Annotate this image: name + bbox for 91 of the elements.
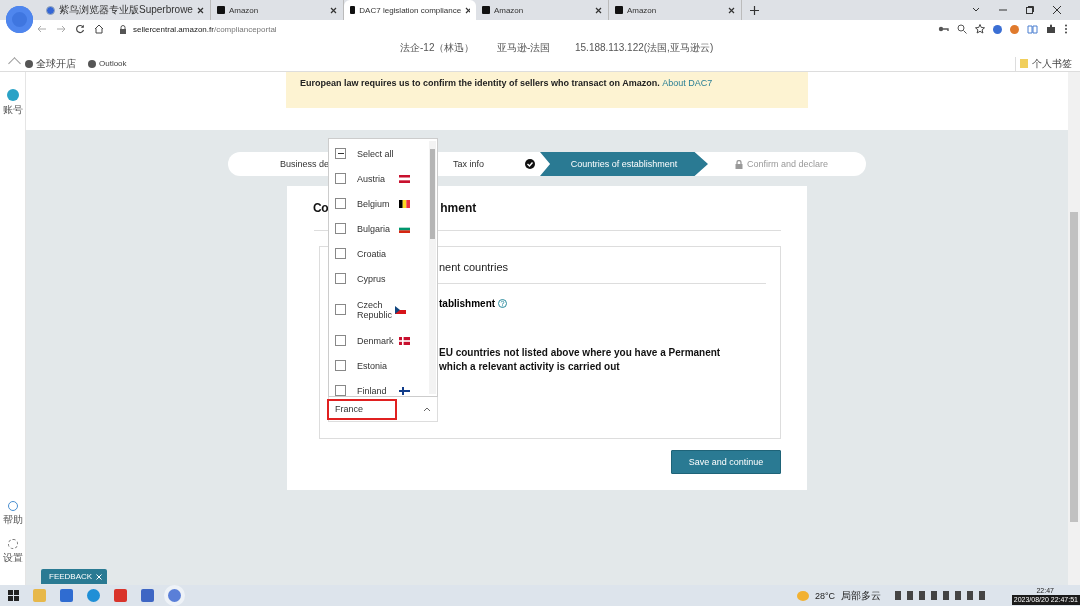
feedback-tab[interactable]: FEEDBACK [41,569,108,584]
browser-icon[interactable] [87,589,100,602]
account-info: 亚马逊-法国 [497,41,551,55]
bookmark-link[interactable]: 全球开店 [25,56,76,71]
site-icon [349,6,356,14]
about-link[interactable]: About DAC7 [662,78,713,88]
country-option[interactable]: Cyprus [329,266,437,291]
close-icon[interactable] [727,6,735,14]
save-button[interactable]: Save and continue [671,450,781,474]
flag-icon [399,336,410,345]
sidebar-item[interactable]: 设置 [2,539,23,565]
country-option[interactable]: Croatia [329,241,437,266]
scrollbar[interactable] [429,141,436,394]
bookmark-folder[interactable]: 个人书签 [1015,56,1080,71]
checkbox[interactable] [335,148,346,159]
browser-icon[interactable] [168,589,181,602]
checkbox[interactable] [335,385,346,396]
selected-value: France [327,398,397,420]
country-option[interactable]: Czech Republic [329,291,437,328]
reader-icon[interactable] [1027,24,1038,34]
close-icon[interactable] [465,6,470,14]
notice-text: European law requires us to confirm the identity of sellers who transact on Amazon. About DAC7 [300,78,713,88]
checkbox[interactable] [335,248,346,259]
section-title: nent countries [439,261,510,273]
star-icon[interactable] [975,24,985,34]
checkbox[interactable] [335,360,346,371]
close-icon[interactable] [594,6,602,14]
card-title: Co [313,201,329,215]
lock-icon [735,159,743,169]
select-all-option[interactable]: Select all [329,141,437,166]
checkbox[interactable] [335,335,346,346]
zoom-icon[interactable] [957,24,967,34]
reload-icon[interactable] [75,24,85,34]
account-info: 15.188.113.122(法国,亚马逊云) [575,41,714,55]
weather-icon [796,590,809,601]
key-icon[interactable] [938,24,949,34]
app-icon[interactable] [60,589,73,602]
checkbox[interactable] [335,273,346,284]
weather-temperature: 28°C [814,590,835,601]
country-option[interactable]: Bulgaria [329,216,437,241]
restore-icon[interactable] [1025,5,1035,15]
app-icon[interactable] [114,589,127,602]
checkbox[interactable] [335,173,346,184]
sidebar-item[interactable]: 帮助 [2,501,23,527]
account-info: 法企-12（林迅） [400,41,475,55]
globe-icon [46,5,55,15]
weather-condition: 局部多云 [841,588,881,603]
flag-icon [399,386,410,395]
browser-tab[interactable]: Amazon [210,0,344,20]
windows-icon[interactable] [8,590,19,601]
browser-tab[interactable]: Amazon [608,0,742,20]
step-tab[interactable]: Countries of establishment [540,152,708,176]
menu-icon[interactable] [1064,24,1068,34]
country-option[interactable]: Denmark [329,328,437,353]
puzzle-icon[interactable] [1046,24,1056,34]
field-label: tablishment [439,298,496,309]
checkbox[interactable] [335,304,346,315]
browser-tab[interactable]: DAC7 legislation compliance [343,0,476,20]
help-icon[interactable] [498,299,508,308]
site-icon [481,6,490,14]
country-select[interactable]: France [328,397,438,422]
check-icon [525,159,535,169]
close-icon[interactable] [329,6,337,14]
card-title: hment [440,201,477,215]
app-icon[interactable] [141,589,154,602]
flag-icon [399,199,410,208]
flag-icon [395,305,406,314]
country-option[interactable]: Belgium [329,191,437,216]
description-text: EU countries not listed above where you have a Permanent which a relevant activity is carried out [439,346,722,374]
site-icon [614,6,623,14]
chevron-up-icon [423,406,431,412]
forward-icon[interactable] [56,24,66,34]
bookmark-link[interactable]: Outlook [88,59,127,68]
site-icon [216,6,225,14]
browser-tab[interactable]: 紫鸟浏览器专业版Superbrowe [40,0,211,20]
close-icon[interactable] [1052,5,1062,15]
lock-icon[interactable] [119,24,127,34]
browser-tab[interactable]: Amazon [475,0,609,20]
checkbox[interactable] [335,223,346,234]
browser-logo-icon[interactable] [6,6,33,33]
home-icon[interactable] [94,24,104,34]
country-option[interactable]: Estonia [329,353,437,378]
checkbox[interactable] [335,198,346,209]
plus-icon[interactable] [749,5,759,15]
close-icon[interactable] [196,6,204,14]
back-icon[interactable] [37,24,47,34]
country-option[interactable]: Austria [329,166,437,191]
scrollbar[interactable] [1068,72,1080,585]
step-tab[interactable]: Tax info [440,152,540,176]
sidebar-item[interactable]: 账号 [2,89,23,117]
flag-icon [399,174,410,183]
